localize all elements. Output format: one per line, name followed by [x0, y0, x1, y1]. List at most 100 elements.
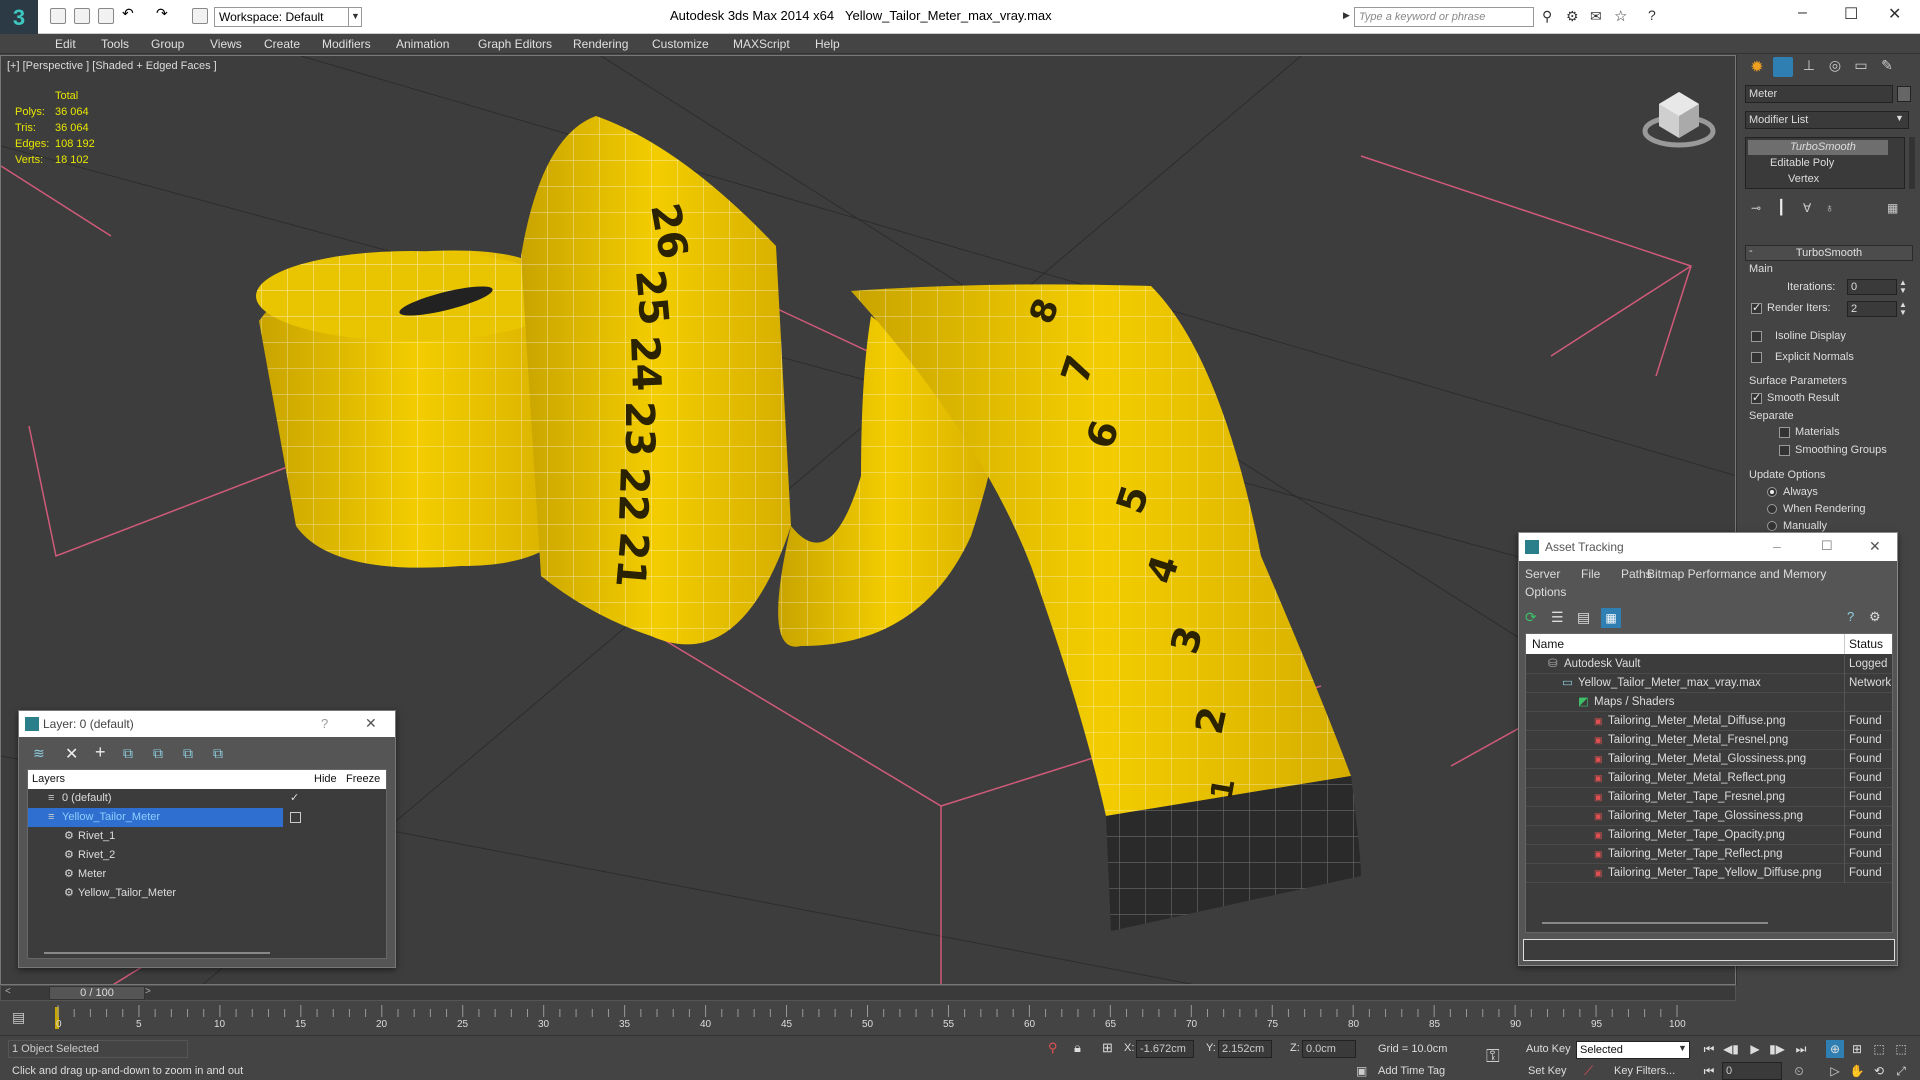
display-tab-icon[interactable]: ▭ — [1851, 57, 1871, 77]
render-iters-spinner[interactable]: 2 — [1847, 301, 1897, 317]
asset-row[interactable]: ▣ Tailoring_Meter_Tape_Glossiness.png Foun… — [1526, 807, 1892, 826]
time-tag-icon[interactable]: ▣ — [1356, 1064, 1367, 1078]
field-of-view-icon[interactable]: ▷ — [1826, 1062, 1844, 1080]
go-to-end-icon[interactable]: ⏭ — [1792, 1040, 1810, 1058]
add-to-layer-icon[interactable]: + — [95, 742, 106, 763]
key-filters-button[interactable]: Key Filters... — [1614, 1065, 1675, 1077]
layer-row-selected[interactable]: ≡ Yellow_Tailor_Meter — [28, 808, 283, 827]
asset-row[interactable]: ▣ Tailoring_Meter_Tape_Yellow_Diffuse.png… — [1526, 864, 1892, 883]
col-freeze[interactable]: Freeze — [346, 770, 380, 789]
save-file-icon[interactable] — [98, 8, 114, 24]
minimize-icon[interactable]: – — [1798, 4, 1807, 22]
col-hide[interactable]: Hide — [314, 770, 337, 789]
object-name-field[interactable]: Meter — [1745, 85, 1893, 103]
viewcube-icon[interactable] — [1642, 92, 1716, 148]
utilities-tab-icon[interactable]: ✎ — [1877, 57, 1897, 77]
tree-view-icon[interactable]: ▤ — [1577, 609, 1590, 626]
modify-tab-icon[interactable] — [1773, 57, 1793, 77]
new-file-icon[interactable] — [50, 8, 66, 24]
isolate-icon[interactable]: ⚲ — [1048, 1040, 1058, 1056]
maximize-icon[interactable]: ☐ — [1844, 4, 1858, 24]
workspace-dropdown[interactable]: Workspace: Default — [214, 7, 362, 27]
hide-all-icon[interactable]: ⧉ — [213, 745, 223, 762]
always-radio[interactable] — [1767, 487, 1777, 497]
menu-create[interactable]: Create — [264, 34, 300, 54]
close-icon[interactable]: ✕ — [365, 715, 377, 732]
play-icon[interactable]: ▶ — [1746, 1040, 1764, 1058]
x-coordinate-field[interactable]: -1.672cm — [1136, 1040, 1194, 1058]
selection-set-dropdown[interactable]: Selected — [1576, 1041, 1690, 1059]
y-coordinate-field[interactable]: 2.152cm — [1218, 1040, 1272, 1058]
app-logo-icon[interactable]: 3 — [0, 0, 38, 38]
asset-menu-file[interactable]: File — [1581, 567, 1600, 581]
menu-animation[interactable]: Animation — [396, 34, 449, 54]
communication-icon[interactable]: ✉ — [1590, 8, 1602, 25]
hierarchy-tab-icon[interactable]: ⊥ — [1799, 57, 1819, 77]
lock-selection-icon[interactable]: 🔒︎ — [1074, 1040, 1081, 1056]
asset-row[interactable]: ▭ Yellow_Tailor_Meter_max_vray.max Network… — [1526, 674, 1892, 693]
menu-help[interactable]: Help — [815, 34, 840, 54]
smoothing-groups-checkbox[interactable] — [1779, 445, 1790, 456]
asset-path-field[interactable] — [1523, 939, 1895, 961]
chevron-down-icon[interactable]: ▼ — [348, 7, 362, 27]
materials-checkbox[interactable] — [1779, 427, 1790, 438]
time-slider-thumb[interactable]: 0 / 100 — [49, 986, 145, 1000]
asset-row[interactable]: ▣ Tailoring_Meter_Tape_Opacity.png Found — [1526, 826, 1892, 845]
layer-row[interactable]: ≡ 0 (default) ✓ — [28, 789, 386, 808]
redo-icon[interactable]: ↷ — [156, 5, 172, 21]
turbosmooth-rollout-header[interactable]: TurboSmooth — [1745, 245, 1913, 261]
add-time-tag[interactable]: Add Time Tag — [1378, 1065, 1445, 1077]
col-name[interactable]: Name — [1532, 634, 1564, 654]
asset-row[interactable]: ▣ Tailoring_Meter_Tape_Fresnel.png Found — [1526, 788, 1892, 807]
help-icon[interactable]: ? — [321, 716, 328, 731]
delete-layer-icon[interactable]: ✕ — [65, 744, 78, 764]
track-bar[interactable]: ▤ 0 5 10 15 20 25 30 35 40 45 50 55 60 6… — [0, 1003, 1736, 1033]
spinner-arrows-icon[interactable]: ▲ ▼ — [1899, 279, 1907, 295]
prev-frame-icon[interactable]: < — [5, 986, 11, 997]
manually-radio[interactable] — [1767, 521, 1777, 531]
zoom-extents-all-icon[interactable]: ⬚ — [1892, 1040, 1910, 1058]
asset-row[interactable]: ▣ Tailoring_Meter_Tape_Reflect.png Found — [1526, 845, 1892, 864]
smooth-result-checkbox[interactable] — [1751, 391, 1762, 404]
create-tab-icon[interactable]: ✹ — [1747, 57, 1767, 77]
pan-icon[interactable]: ✋ — [1848, 1062, 1866, 1080]
menu-group[interactable]: Group — [151, 34, 184, 54]
search-input[interactable]: Type a keyword or phrase — [1354, 7, 1534, 27]
when-rendering-radio[interactable] — [1767, 504, 1777, 514]
time-slider[interactable]: < 0 / 100 > — [0, 985, 1736, 1001]
asset-row[interactable]: ⛁ Autodesk Vault Logged O — [1526, 655, 1892, 674]
col-status[interactable]: Status — [1844, 634, 1883, 654]
time-config-icon[interactable]: ⏲ — [1790, 1062, 1808, 1080]
render-iters-checkbox[interactable] — [1751, 301, 1762, 314]
stack-item-turbosmooth[interactable]: TurboSmooth — [1748, 140, 1888, 155]
close-icon[interactable]: ✕ — [1869, 538, 1881, 555]
menu-rendering[interactable]: Rendering — [573, 34, 628, 54]
asset-menu-server[interactable]: Server — [1525, 567, 1560, 581]
list-view-icon[interactable]: ☰ — [1551, 609, 1564, 626]
stack-scrollbar[interactable] — [1909, 137, 1915, 189]
help-icon[interactable]: ? — [1648, 7, 1656, 23]
modifier-list-dropdown[interactable]: Modifier List — [1745, 111, 1909, 129]
explicit-normals-checkbox[interactable] — [1751, 352, 1762, 363]
next-frame-icon[interactable]: ▮▶ — [1768, 1040, 1786, 1058]
help-icon[interactable]: ? — [1847, 609, 1854, 624]
object-color-swatch[interactable] — [1897, 86, 1911, 102]
menu-customize[interactable]: Customize — [652, 34, 709, 54]
select-objects-icon[interactable]: ⧉ — [123, 745, 133, 762]
col-layers[interactable]: Layers — [32, 770, 65, 789]
layer-select-checkbox[interactable] — [290, 812, 301, 823]
menu-modifiers[interactable]: Modifiers — [322, 34, 371, 54]
configure-sets-icon[interactable]: ▦ — [1887, 201, 1898, 215]
binoculars-icon[interactable]: ⚲ — [1542, 8, 1552, 25]
menu-maxscript[interactable]: MAXScript — [733, 34, 790, 54]
menu-views[interactable]: Views — [210, 34, 242, 54]
rollout-collapse-icon[interactable]: - — [1749, 245, 1753, 257]
make-unique-icon[interactable]: ∀ — [1803, 201, 1811, 215]
menu-graph-editors[interactable]: Graph Editors — [478, 34, 552, 54]
next-frame-icon[interactable]: > — [145, 986, 151, 997]
asset-menu-bitmap-performance[interactable]: Bitmap Performance and Memory — [1647, 567, 1826, 581]
menu-edit[interactable]: Edit — [55, 34, 76, 54]
asset-menu-options[interactable]: Options — [1525, 585, 1566, 599]
asset-row[interactable]: ▣ Tailoring_Meter_Metal_Glossiness.png Fou… — [1526, 750, 1892, 769]
stack-item-editable-poly[interactable]: Editable Poly — [1752, 157, 1834, 169]
